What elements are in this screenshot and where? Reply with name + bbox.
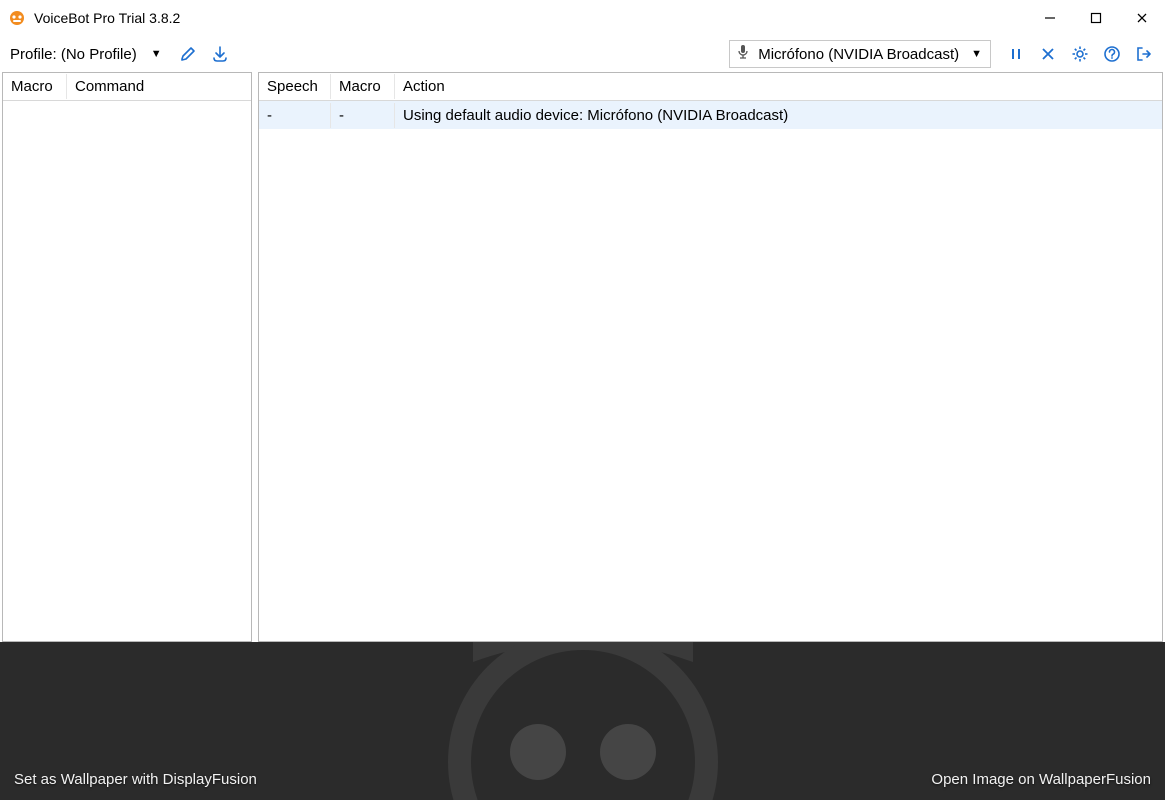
- pause-button[interactable]: [1001, 39, 1031, 69]
- settings-button[interactable]: [1065, 39, 1095, 69]
- column-header-speech[interactable]: Speech: [259, 74, 331, 99]
- main-content: Macro Command Speech Macro Action --Usin…: [0, 72, 1165, 642]
- window-title: VoiceBot Pro Trial 3.8.2: [34, 10, 180, 26]
- titlebar: VoiceBot Pro Trial 3.8.2: [0, 0, 1165, 36]
- column-header-command[interactable]: Command: [67, 74, 251, 99]
- microphone-icon: [736, 44, 750, 64]
- chevron-down-icon: ▼: [971, 48, 982, 60]
- column-header-action[interactable]: Action: [395, 74, 1162, 99]
- edit-profile-button[interactable]: [174, 40, 202, 68]
- help-button[interactable]: [1097, 39, 1127, 69]
- log-row[interactable]: --Using default audio device: Micrófono …: [259, 101, 1162, 129]
- open-image-link[interactable]: Open Image on WallpaperFusion: [931, 771, 1151, 788]
- log-cell-speech: -: [259, 103, 331, 128]
- download-profile-button[interactable]: [206, 40, 234, 68]
- minimize-button[interactable]: [1027, 0, 1073, 36]
- microphone-selector[interactable]: Micrófono (NVIDIA Broadcast) ▼: [729, 40, 991, 68]
- microphone-label: Micrófono (NVIDIA Broadcast): [758, 46, 959, 63]
- maximize-button[interactable]: [1073, 0, 1119, 36]
- log-header: Speech Macro Action: [259, 73, 1162, 101]
- log-cell-action: Using default audio device: Micrófono (N…: [395, 103, 1162, 128]
- profile-label: Profile: (No Profile): [6, 44, 141, 65]
- profile-selector[interactable]: Profile: (No Profile) ▼: [6, 44, 162, 65]
- app-icon: [8, 9, 26, 27]
- log-body[interactable]: --Using default audio device: Micrófono …: [259, 101, 1162, 641]
- wallpaper-banner: Set as Wallpaper with DisplayFusion Open…: [0, 642, 1165, 800]
- chevron-down-icon: ▼: [151, 48, 162, 60]
- log-cell-macro: -: [331, 103, 395, 128]
- exit-button[interactable]: [1129, 39, 1159, 69]
- macro-list-header: Macro Command: [3, 73, 251, 101]
- toolbar: Profile: (No Profile) ▼ Micrófono (NVIDI…: [0, 36, 1165, 72]
- toolbar-right-tools: [1001, 39, 1159, 69]
- macro-list-panel: Macro Command: [2, 72, 252, 642]
- close-button[interactable]: [1119, 0, 1165, 36]
- log-panel: Speech Macro Action --Using default audi…: [258, 72, 1163, 642]
- column-header-macro[interactable]: Macro: [331, 74, 395, 99]
- set-wallpaper-link[interactable]: Set as Wallpaper with DisplayFusion: [14, 771, 257, 788]
- column-header-macro[interactable]: Macro: [3, 74, 67, 99]
- macro-list-body[interactable]: [3, 101, 251, 641]
- app-window: VoiceBot Pro Trial 3.8.2 Profile: (No Pr…: [0, 0, 1165, 800]
- clear-log-button[interactable]: [1033, 39, 1063, 69]
